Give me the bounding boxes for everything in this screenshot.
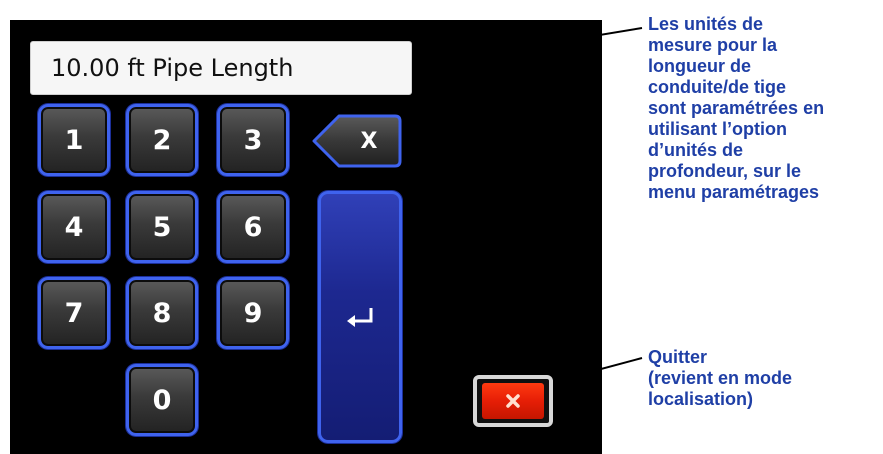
units-callout-arrow bbox=[417, 27, 643, 68]
quit-callout-arrow bbox=[559, 357, 643, 382]
callout-arrows bbox=[417, 27, 643, 382]
